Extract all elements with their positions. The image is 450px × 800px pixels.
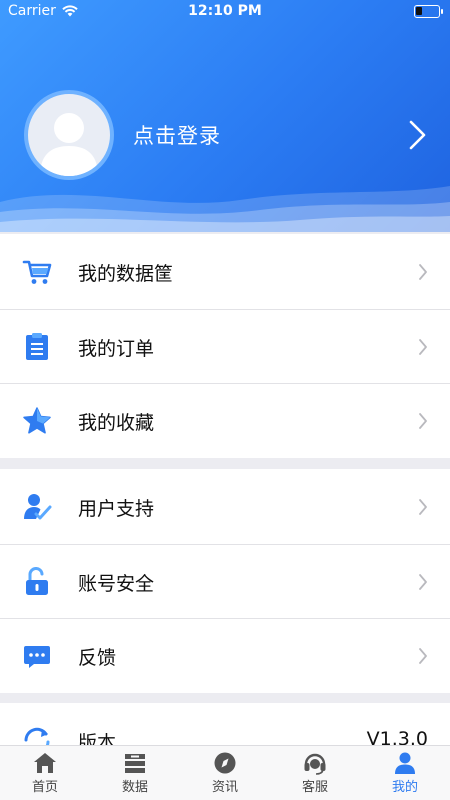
menu-item-favorites[interactable]: 我的收藏 <box>0 383 450 458</box>
menu-item-label: 反馈 <box>78 647 117 669</box>
chevron-right-icon <box>419 648 427 664</box>
user-check-icon <box>24 494 52 520</box>
tab-label: 数据 <box>121 780 148 795</box>
compass-icon <box>214 752 236 774</box>
tab-news[interactable]: 资讯 <box>180 746 270 800</box>
cart-icon <box>22 260 52 284</box>
tab-mine[interactable]: 我的 <box>360 746 450 800</box>
avatar[interactable] <box>24 90 114 180</box>
menu-item-label: 我的订单 <box>78 337 155 360</box>
tab-home[interactable]: 首页 <box>0 746 90 800</box>
chat-bubble-icon <box>24 646 50 668</box>
tab-label: 我的 <box>391 780 418 795</box>
status-time: 12:10 PM <box>188 3 262 19</box>
chevron-right-icon[interactable] <box>406 118 430 152</box>
tab-data[interactable]: 数据 <box>90 746 180 800</box>
headset-icon <box>304 753 326 775</box>
menu-item-data-basket[interactable]: 我的数据筐 <box>0 234 450 309</box>
menu-group-account: 用户支持 账号安全 反馈 <box>0 469 450 693</box>
login-label[interactable]: 点击登录 <box>133 120 221 150</box>
menu-item-feedback[interactable]: 反馈 <box>0 618 450 693</box>
chevron-right-icon <box>419 338 427 355</box>
menu-item-user-support[interactable]: 用户支持 <box>0 469 450 544</box>
person-icon <box>395 752 415 774</box>
tab-support[interactable]: 客服 <box>270 746 360 800</box>
menu-group-orders: 我的数据筐 我的订单 我的收藏 <box>0 234 450 458</box>
profile-header: Carrier 12:10 PM 点击登录 <box>0 0 450 232</box>
login-row[interactable]: 点击登录 <box>0 90 450 180</box>
unlock-icon <box>26 566 48 595</box>
battery-icon <box>414 5 443 18</box>
chevron-right-icon <box>419 264 427 280</box>
menu-item-label: 我的收藏 <box>78 412 155 434</box>
chevron-right-icon <box>419 413 427 429</box>
tab-label: 客服 <box>301 780 328 795</box>
header-waves <box>0 186 450 232</box>
clipboard-icon <box>26 332 48 360</box>
menu-item-account-security[interactable]: 账号安全 <box>0 543 450 619</box>
status-bar: Carrier 12:10 PM <box>0 0 450 24</box>
home-icon <box>34 753 56 773</box>
tab-label: 首页 <box>31 780 58 795</box>
default-avatar-icon <box>40 113 98 176</box>
menu-item-orders[interactable]: 我的订单 <box>0 308 450 384</box>
database-icon <box>125 754 145 773</box>
star-icon <box>23 407 51 434</box>
tab-bar: 首页 数据 资讯 客服 我的 <box>0 745 450 800</box>
menu-item-label: 我的数据筐 <box>78 263 174 285</box>
chevron-right-icon <box>419 499 427 515</box>
tab-label: 资讯 <box>211 780 238 795</box>
chevron-right-icon <box>419 573 427 590</box>
menu-item-label: 用户支持 <box>78 498 155 520</box>
menu-item-label: 账号安全 <box>78 572 155 595</box>
